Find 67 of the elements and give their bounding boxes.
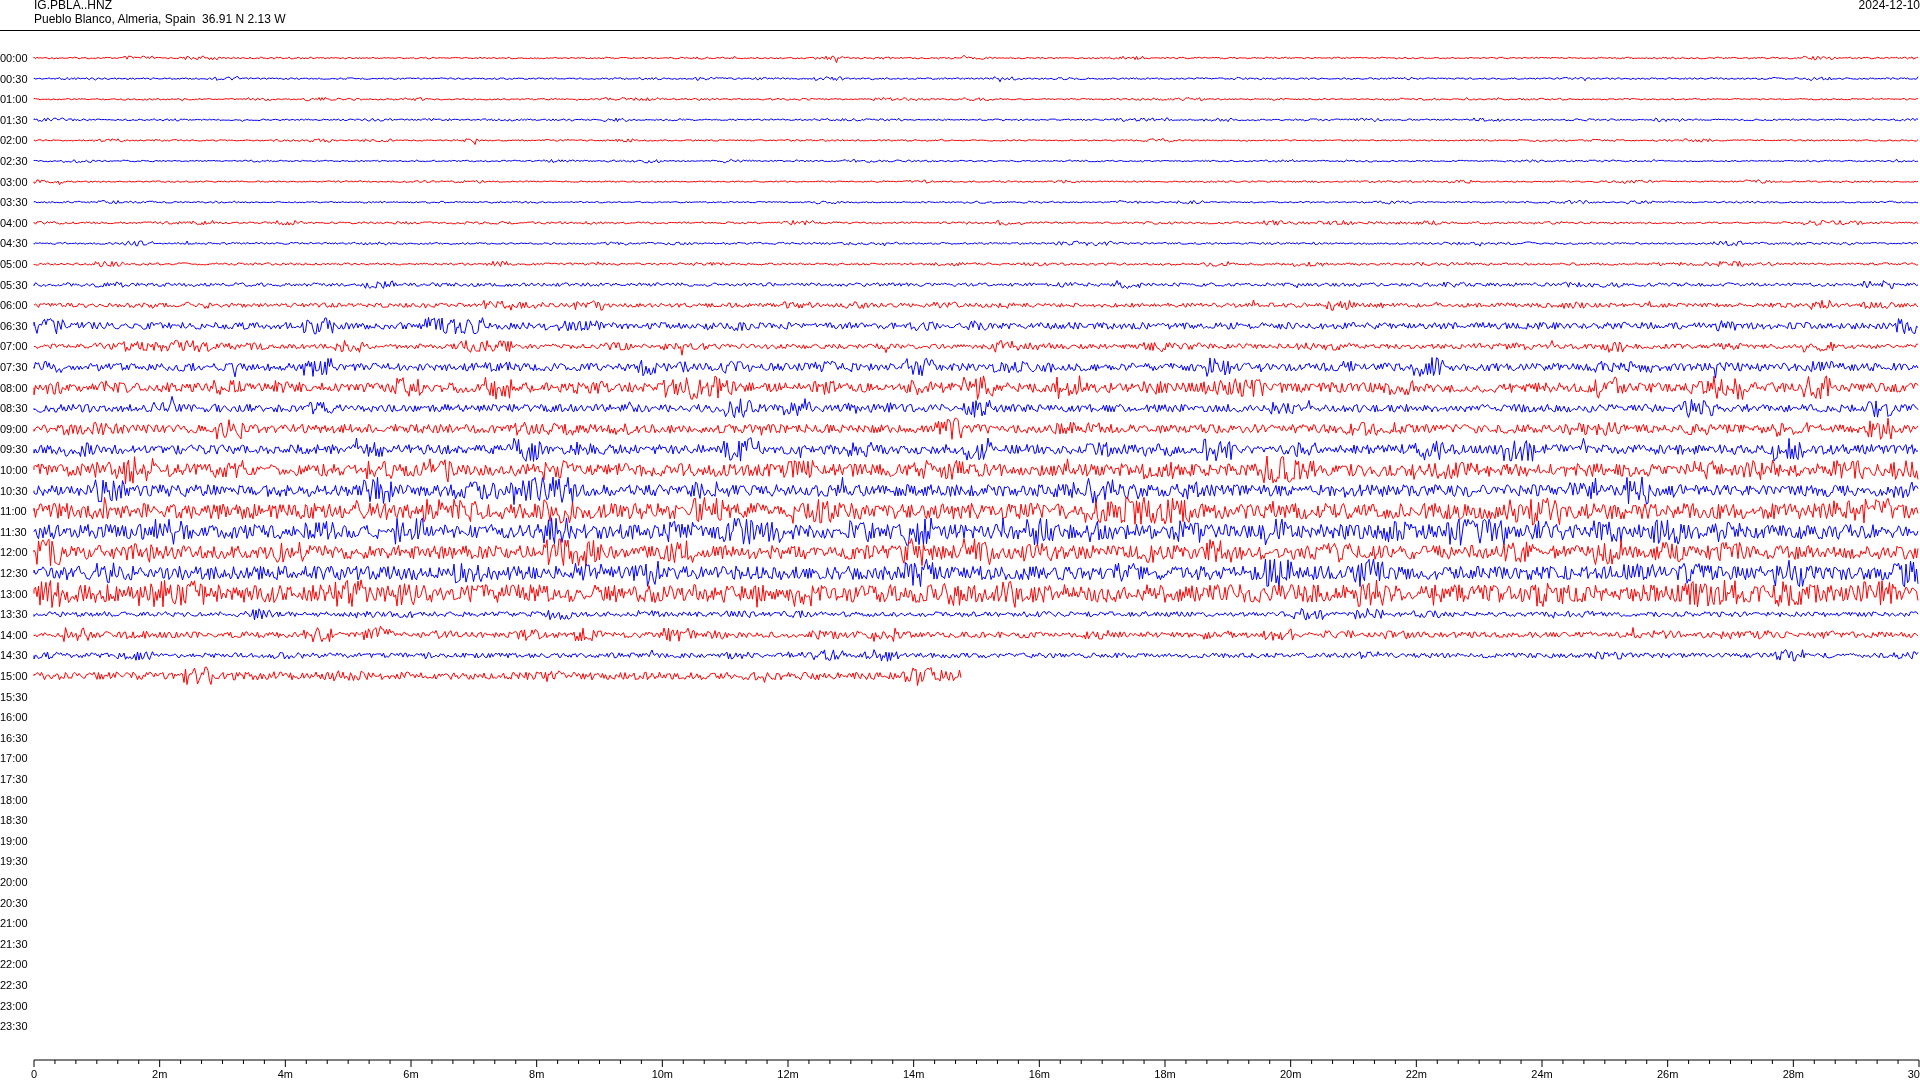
axis-label: 6m [403, 1068, 419, 1080]
axis-label: 10m [651, 1068, 674, 1080]
axis-label: 22m [1405, 1068, 1428, 1080]
time-label: 00:30 [0, 72, 28, 85]
station-code: IG.PBLA..HNZ [34, 0, 114, 12]
time-label: 18:00 [0, 793, 28, 806]
time-label: 16:00 [0, 711, 28, 724]
time-label: 00:00 [0, 52, 28, 64]
time-label: 09:30 [0, 443, 28, 456]
axis-label: 28m [1782, 1068, 1805, 1080]
axis-label: 2m [152, 1068, 168, 1080]
axis-label: 8m [529, 1068, 545, 1080]
record-date: 2024-12-10 [1858, 0, 1920, 12]
axis-label: 26m [1656, 1068, 1679, 1080]
axis-label: 24m [1531, 1068, 1553, 1080]
time-label: 07:00 [0, 340, 28, 353]
time-label: 22:00 [0, 958, 28, 971]
time-label: 06:30 [0, 319, 28, 332]
time-label: 14:00 [0, 628, 28, 641]
time-label: 10:30 [0, 484, 28, 497]
time-label: 19:30 [0, 855, 28, 868]
time-label: 13:00 [0, 587, 28, 600]
time-label: 18:30 [0, 814, 28, 827]
time-label: 15:30 [0, 690, 28, 703]
time-label: 04:00 [0, 216, 28, 229]
time-label: 20:30 [0, 896, 28, 909]
time-label: 16:30 [0, 731, 28, 744]
time-label: 05:00 [0, 258, 28, 270]
time-label: 07:30 [0, 361, 28, 373]
time-label: 19:00 [0, 834, 28, 847]
time-label: 02:30 [0, 155, 28, 167]
time-label: 02:00 [0, 134, 28, 147]
time-label: 15:00 [0, 670, 28, 682]
time-label: 03:30 [0, 196, 28, 209]
time-label: 20:00 [0, 876, 28, 888]
time-label: 23:30 [0, 1020, 28, 1033]
time-label: 03:00 [0, 175, 28, 188]
axis-label: 14m [902, 1068, 925, 1080]
station-location: Pueblo Blanco, Almeria, Spain 36.91 N 2.13 W [34, 12, 286, 26]
axis-label: 20m [1279, 1068, 1302, 1080]
time-label: 01:30 [0, 113, 28, 126]
time-label: 09:00 [0, 422, 28, 435]
time-label: 12:00 [0, 546, 28, 559]
axis-label: 0 [30, 1068, 38, 1080]
time-label: 17:30 [0, 773, 28, 785]
time-label: 11:30 [0, 525, 27, 538]
axis-label: 12m [777, 1068, 799, 1080]
time-label: 06:00 [0, 299, 28, 312]
time-label: 01:00 [0, 93, 28, 106]
time-label: 11:00 [0, 505, 27, 518]
axis-label: 16m [1028, 1068, 1051, 1080]
axis-label: 4m [277, 1068, 293, 1080]
time-label: 23:00 [0, 999, 28, 1012]
time-label: 05:30 [0, 278, 28, 291]
time-label: 17:00 [0, 752, 28, 765]
axis-label: 30 [1907, 1068, 1920, 1080]
time-label: 21:00 [0, 917, 28, 930]
time-label: 21:30 [0, 937, 28, 950]
time-label: 10:00 [0, 464, 28, 476]
time-label: 22:30 [0, 979, 28, 991]
time-label: 08:00 [0, 381, 28, 394]
time-label: 14:30 [0, 649, 28, 662]
axis-label: 18m [1154, 1068, 1176, 1080]
time-label: 12:30 [0, 567, 28, 579]
time-label: 08:30 [0, 402, 28, 415]
time-label: 13:30 [0, 608, 28, 621]
time-label: 04:30 [0, 237, 28, 250]
